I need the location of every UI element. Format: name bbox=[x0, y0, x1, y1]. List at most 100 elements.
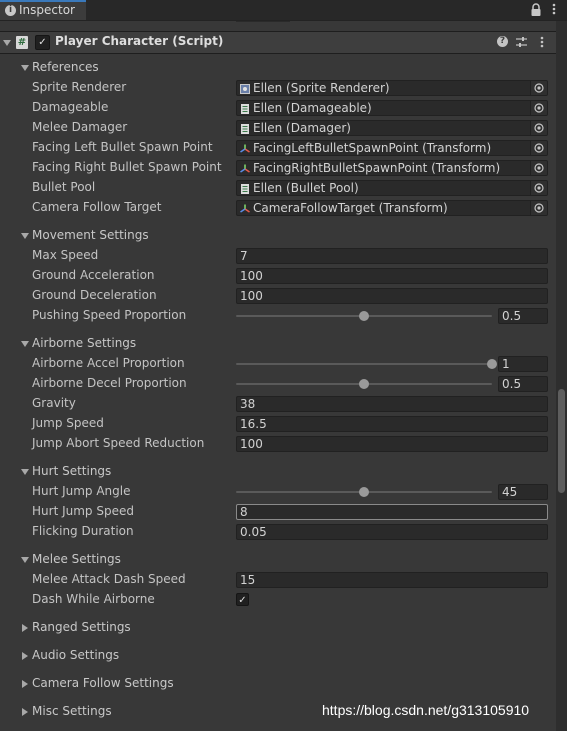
section-airborne-settings[interactable]: Airborne Settings bbox=[0, 334, 556, 354]
object-field[interactable]: Ellen (Sprite Renderer) bbox=[236, 80, 548, 96]
tab-inspector[interactable]: i Inspector bbox=[0, 0, 86, 20]
section-label: Ranged Settings bbox=[32, 620, 131, 634]
section-audio-settings[interactable]: Audio Settings bbox=[0, 646, 556, 666]
airborne-accel-value-input[interactable]: 1 bbox=[498, 356, 548, 372]
field-label: Pushing Speed Proportion bbox=[32, 308, 187, 322]
pushing-speed-value-input[interactable]: 0.5 bbox=[498, 308, 548, 324]
object-field-value: Ellen (Sprite Renderer) bbox=[253, 81, 390, 95]
melee-attack-dash-speed-input[interactable]: 15 bbox=[236, 572, 548, 588]
slider-thumb[interactable] bbox=[359, 487, 369, 497]
jump-abort-speed-reduction-input[interactable]: 100 bbox=[236, 436, 548, 452]
dash-while-airborne-checkbox[interactable]: ✓ bbox=[236, 593, 249, 606]
object-field[interactable]: FacingLeftBulletSpawnPoint (Transform) bbox=[236, 140, 548, 156]
object-field[interactable]: Ellen (Bullet Pool) bbox=[236, 180, 548, 196]
foldout-arrow-icon[interactable] bbox=[22, 680, 28, 688]
object-picker-icon bbox=[534, 123, 544, 133]
component-enabled-checkbox[interactable]: ✓ bbox=[35, 35, 50, 50]
object-field-value: Ellen (Damager) bbox=[253, 121, 351, 135]
field-label: Jump Abort Speed Reduction bbox=[32, 436, 205, 450]
section-camera-follow-settings[interactable]: Camera Follow Settings bbox=[0, 674, 556, 694]
field-label: Hurt Jump Speed bbox=[32, 504, 134, 518]
row-airborne-accel-proportion: Airborne Accel Proportion 1 bbox=[0, 354, 556, 374]
row-jump-speed: Jump Speed 16.5 bbox=[0, 414, 556, 434]
component-menu-icon[interactable] bbox=[539, 35, 545, 49]
row-ground-deceleration: Ground Deceleration 100 bbox=[0, 286, 556, 306]
field-label: Damageable bbox=[32, 100, 109, 114]
row-max-speed: Max Speed 7 bbox=[0, 246, 556, 266]
section-references[interactable]: References bbox=[0, 58, 556, 78]
component-header[interactable]: # ✓ Player Character (Script) ? bbox=[0, 31, 556, 54]
object-field[interactable]: Ellen (Damager) bbox=[236, 120, 548, 136]
object-field[interactable]: Ellen (Damageable) bbox=[236, 100, 548, 116]
object-picker-button[interactable] bbox=[530, 81, 547, 95]
object-picker-button[interactable] bbox=[530, 101, 547, 115]
info-icon: i bbox=[5, 5, 16, 16]
section-melee-settings[interactable]: Melee Settings bbox=[0, 550, 556, 570]
flicking-duration-input[interactable]: 0.05 bbox=[236, 524, 548, 540]
field-label: Hurt Jump Angle bbox=[32, 484, 131, 498]
object-picker-button[interactable] bbox=[530, 201, 547, 215]
object-picker-button[interactable] bbox=[530, 161, 547, 175]
row-pushing-speed-proportion: Pushing Speed Proportion 0.5 bbox=[0, 306, 556, 326]
scrollbar-thumb[interactable] bbox=[558, 389, 565, 493]
field-label: Bullet Pool bbox=[32, 180, 96, 194]
script-icon bbox=[240, 103, 250, 114]
object-picker-button[interactable] bbox=[530, 141, 547, 155]
field-label: Sprite Renderer bbox=[32, 80, 127, 94]
jump-speed-input[interactable]: 16.5 bbox=[236, 416, 548, 432]
object-field[interactable]: CameraFollowTarget (Transform) bbox=[236, 200, 548, 216]
script-icon bbox=[240, 183, 250, 194]
airborne-decel-value-input[interactable]: 0.5 bbox=[498, 376, 548, 392]
presets-icon[interactable] bbox=[516, 36, 527, 48]
vertical-scrollbar[interactable] bbox=[556, 21, 567, 731]
max-speed-input[interactable]: 7 bbox=[236, 248, 548, 264]
object-picker-button[interactable] bbox=[530, 181, 547, 195]
ground-deceleration-input[interactable]: 100 bbox=[236, 288, 548, 304]
row-dash-while-airborne: Dash While Airborne ✓ bbox=[0, 590, 556, 610]
inspector-content: # ✓ Player Character (Script) ? Referenc… bbox=[0, 21, 556, 731]
gravity-input[interactable]: 38 bbox=[236, 396, 548, 412]
object-picker-icon bbox=[534, 143, 544, 153]
row-hurt-jump-angle: Hurt Jump Angle 45 bbox=[0, 482, 556, 502]
section-hurt-settings[interactable]: Hurt Settings bbox=[0, 462, 556, 482]
row-jump-abort-speed-reduction: Jump Abort Speed Reduction 100 bbox=[0, 434, 556, 454]
hurt-jump-speed-input[interactable]: 8 bbox=[236, 504, 548, 520]
ground-acceleration-input[interactable]: 100 bbox=[236, 268, 548, 284]
foldout-arrow-icon[interactable] bbox=[21, 233, 29, 239]
slider-track[interactable] bbox=[236, 363, 492, 365]
object-field[interactable]: FacingRightBulletSpawnPoint (Transform) bbox=[236, 160, 548, 176]
foldout-arrow-icon[interactable] bbox=[21, 341, 29, 347]
script-icon bbox=[240, 123, 250, 134]
reference-row: Bullet Pool Ellen (Bullet Pool) bbox=[0, 178, 556, 198]
section-label: Movement Settings bbox=[32, 228, 149, 242]
row-gravity: Gravity 38 bbox=[0, 394, 556, 414]
foldout-arrow-icon[interactable] bbox=[22, 652, 28, 660]
foldout-arrow-icon[interactable] bbox=[22, 708, 28, 716]
row-flicking-duration: Flicking Duration 0.05 bbox=[0, 522, 556, 542]
foldout-arrow-icon[interactable] bbox=[22, 624, 28, 632]
slider-thumb[interactable] bbox=[487, 359, 497, 369]
slider-thumb[interactable] bbox=[359, 311, 369, 321]
object-field-value: Ellen (Bullet Pool) bbox=[253, 181, 359, 195]
lock-icon[interactable] bbox=[530, 3, 542, 17]
inspector-tab-bar: i Inspector bbox=[0, 0, 567, 21]
section-label: Camera Follow Settings bbox=[32, 676, 174, 690]
hurt-jump-angle-value-input[interactable]: 45 bbox=[498, 484, 548, 500]
reference-row: Facing Left Bullet Spawn Point FacingLeft… bbox=[0, 138, 556, 158]
object-picker-icon bbox=[534, 163, 544, 173]
object-picker-icon bbox=[534, 203, 544, 213]
help-icon[interactable]: ? bbox=[497, 36, 508, 47]
foldout-arrow-icon[interactable] bbox=[21, 557, 29, 563]
slider-thumb[interactable] bbox=[359, 379, 369, 389]
field-label: Camera Follow Target bbox=[32, 200, 162, 214]
foldout-arrow-icon[interactable] bbox=[3, 40, 11, 46]
section-movement-settings[interactable]: Movement Settings bbox=[0, 226, 556, 246]
kebab-menu-icon[interactable] bbox=[550, 2, 558, 16]
section-ranged-settings[interactable]: Ranged Settings bbox=[0, 618, 556, 638]
watermark-text: https://blog.csdn.net/g313105910 bbox=[322, 702, 530, 718]
object-picker-button[interactable] bbox=[530, 121, 547, 135]
field-label: Melee Attack Dash Speed bbox=[32, 572, 186, 586]
reference-row: Melee Damager Ellen (Damager) bbox=[0, 118, 556, 138]
foldout-arrow-icon[interactable] bbox=[21, 469, 29, 475]
foldout-arrow-icon[interactable] bbox=[21, 65, 29, 71]
